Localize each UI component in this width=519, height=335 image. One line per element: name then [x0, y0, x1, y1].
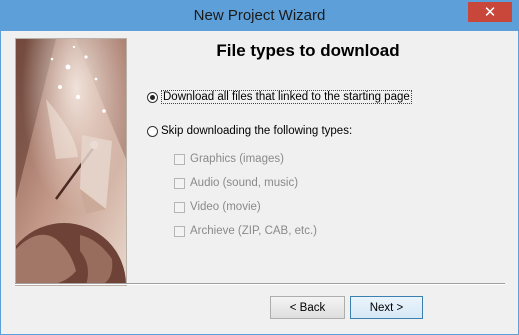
close-icon: ✕ [483, 3, 497, 21]
radio-selected-dot [150, 94, 155, 100]
audio-label: Audio (sound, music) [190, 177, 299, 189]
magic-wand-globe-image [16, 39, 126, 285]
download-all-label: Download all files that linked to the st… [161, 90, 412, 104]
next-button[interactable]: Next > [350, 296, 423, 319]
filetype-archive[interactable]: Archieve (ZIP, CAB, etc.) [174, 225, 317, 237]
footer-divider [15, 283, 505, 285]
audio-checkbox[interactable] [174, 177, 185, 189]
window-title: New Project Wizard [193, 7, 326, 24]
download-all-option[interactable]: Download all files that linked to the st… [147, 90, 412, 104]
page-heading: File types to download [216, 41, 400, 60]
wizard-illustration [15, 38, 127, 286]
wizard-window: New Project Wizard ✕ File types to downl… [0, 0, 519, 335]
download-all-radio[interactable] [147, 91, 158, 103]
skip-types-radio[interactable] [147, 125, 158, 137]
title-bar[interactable]: New Project Wizard ✕ [1, 1, 518, 31]
archive-checkbox[interactable] [174, 225, 185, 237]
filetype-video[interactable]: Video (movie) [174, 201, 261, 213]
graphics-checkbox[interactable] [174, 153, 185, 165]
skip-types-label: Skip downloading the following types: [161, 125, 353, 137]
archive-label: Archieve (ZIP, CAB, etc.) [190, 225, 317, 237]
graphics-label: Graphics (images) [190, 153, 284, 165]
close-button[interactable]: ✕ [468, 2, 512, 22]
back-button[interactable]: < Back [270, 296, 345, 319]
video-label: Video (movie) [190, 201, 261, 213]
wizard-body: File types to download Download all file… [8, 31, 511, 328]
skip-types-option[interactable]: Skip downloading the following types: [147, 125, 352, 137]
filetype-graphics[interactable]: Graphics (images) [174, 153, 284, 165]
video-checkbox[interactable] [174, 201, 185, 213]
filetype-audio[interactable]: Audio (sound, music) [174, 177, 298, 189]
